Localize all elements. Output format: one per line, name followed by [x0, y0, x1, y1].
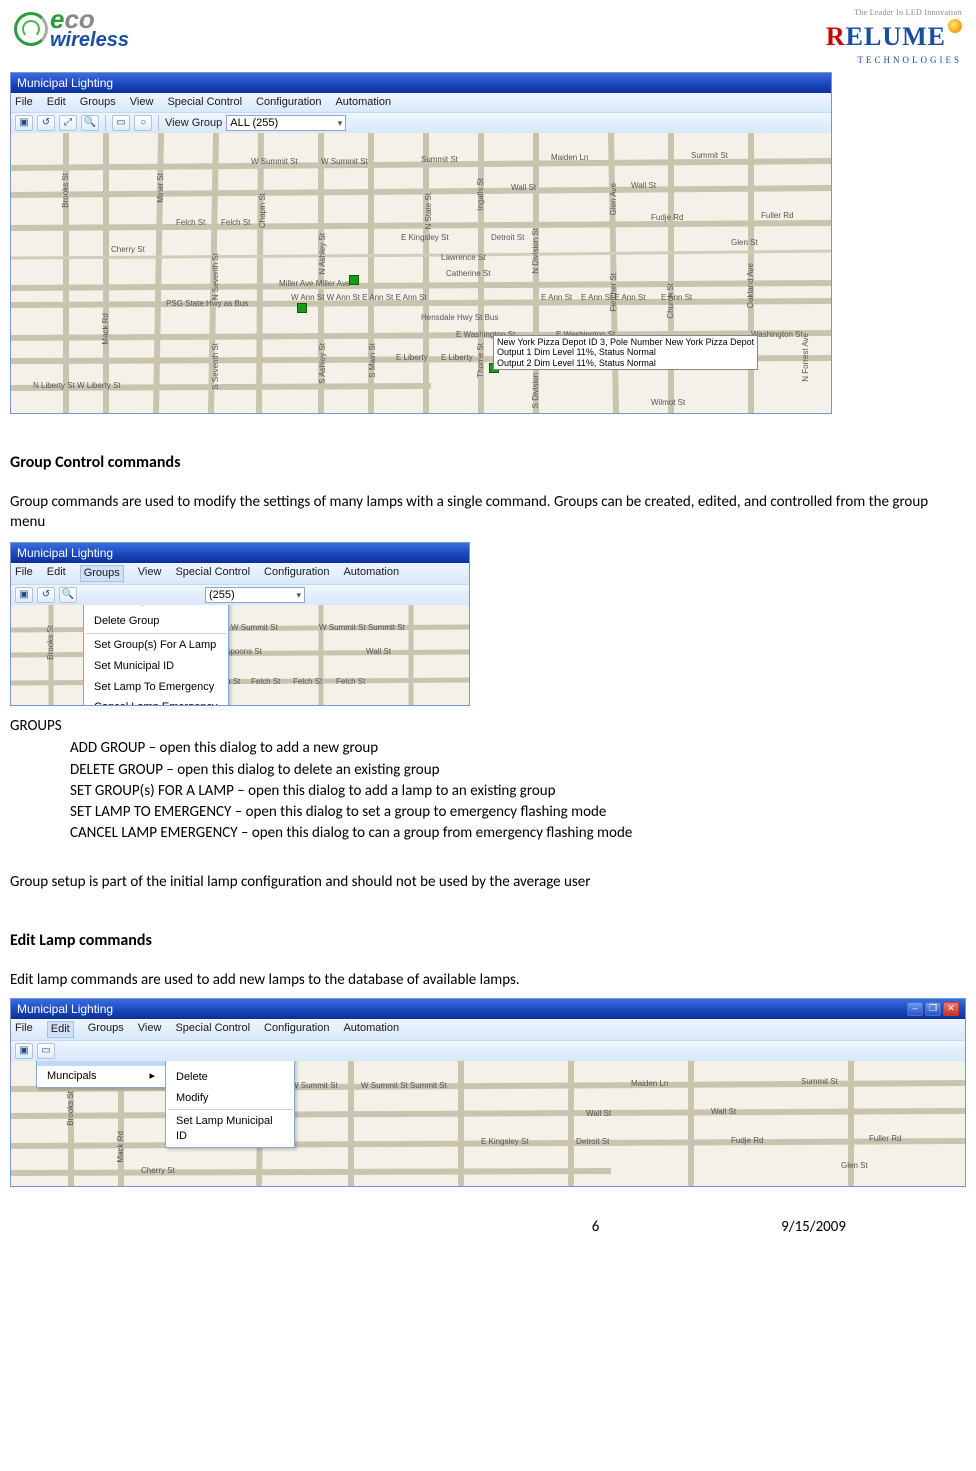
toolbar: ▣ ↺ 🔍 (255)	[11, 584, 469, 605]
maximize-button[interactable]: ❐	[925, 1002, 941, 1016]
tool-icon[interactable]: ▭	[112, 115, 130, 131]
tool-icon[interactable]: ⤢	[59, 115, 77, 131]
list-item: SET GROUP(s) FOR A LAMP – open this dial…	[70, 781, 966, 801]
map-canvas[interactable]: W Summit St W Summit St Summit St Maiden…	[11, 133, 831, 413]
menubar[interactable]: File Edit Groups View Special Control Co…	[11, 563, 469, 584]
groups-list: ADD GROUP – open this dialog to add a ne…	[70, 738, 966, 843]
viewgroup-combo[interactable]: ALL (255)	[226, 115, 346, 131]
menu-item-muncipals[interactable]: Muncipals▸	[37, 1066, 165, 1087]
tool-icon[interactable]: ▭	[37, 1043, 55, 1059]
menu-edit[interactable]: Edit	[47, 1021, 74, 1038]
menu-view[interactable]: View	[138, 565, 162, 582]
map-canvas-small[interactable]: W Summit St W Summit St Summit St Spoons…	[11, 605, 469, 705]
viewgroup-combo[interactable]: (255)	[205, 587, 305, 603]
tool-icon[interactable]: ▣	[15, 115, 33, 131]
menubar[interactable]: File Edit Groups View Special Control Co…	[11, 93, 831, 112]
submenu-delete[interactable]: Delete	[166, 1067, 294, 1088]
tool-icon[interactable]: ○	[134, 115, 152, 131]
app-window-edit-menu: Municipal Lighting – ❐ ✕ File Edit Group…	[10, 998, 966, 1187]
menu-configuration[interactable]: Configuration	[264, 1021, 329, 1038]
menu-special-control[interactable]: Special Control	[167, 95, 242, 110]
viewgroup-label: View Group	[165, 116, 222, 131]
tool-icon[interactable]: 🔍	[81, 115, 99, 131]
submenu-set-lamp-municipal-id[interactable]: Set Lamp Municipal ID	[166, 1111, 294, 1147]
titlebar[interactable]: Municipal Lighting	[11, 543, 469, 563]
lamp-marker[interactable]	[349, 275, 359, 285]
body-text: Group setup is part of the initial lamp …	[10, 872, 966, 892]
submenu-modify[interactable]: Modify	[166, 1088, 294, 1109]
tool-icon[interactable]: ▣	[15, 1043, 33, 1059]
titlebar[interactable]: Municipal Lighting	[11, 73, 831, 93]
menu-item-cancel-lamp-emergency[interactable]: Cancel Lamp Emergency	[84, 697, 228, 705]
menubar[interactable]: File Edit Groups View Special Control Co…	[11, 1019, 965, 1040]
tool-icon[interactable]: ↺	[37, 115, 55, 131]
edit-dropdown-menu: Lamps▸ Muncipals▸ Add Delete Modify Set …	[36, 1061, 166, 1088]
menu-item-delete-group[interactable]: Delete Group	[84, 611, 228, 632]
toolbar: ▣ ↺ ⤢ 🔍 ▭ ○ View Group ALL (255)	[11, 112, 831, 133]
menu-automation[interactable]: Automation	[335, 95, 391, 110]
toolbar: ▣ ▭	[11, 1040, 965, 1061]
page-header: eco wireless The Leader In LED Innovatio…	[10, 8, 966, 66]
menu-automation[interactable]: Automation	[343, 1021, 399, 1038]
menu-edit[interactable]: Edit	[47, 95, 66, 110]
minimize-button[interactable]: –	[907, 1002, 923, 1016]
menu-configuration[interactable]: Configuration	[256, 95, 321, 110]
menu-file[interactable]: File	[15, 565, 33, 582]
heading-group-control: Group Control commands	[10, 452, 966, 474]
window-buttons: – ❐ ✕	[907, 1002, 959, 1016]
menu-special-control[interactable]: Special Control	[175, 565, 250, 582]
groups-dropdown-menu: Add Group Delete Group Set Group(s) For …	[83, 605, 229, 705]
menu-configuration[interactable]: Configuration	[264, 565, 329, 582]
titlebar[interactable]: Municipal Lighting – ❐ ✕	[11, 999, 965, 1019]
menu-groups[interactable]: Groups	[88, 1021, 124, 1038]
page-date: 9/15/2009	[781, 1217, 846, 1237]
menu-file[interactable]: File	[15, 95, 33, 110]
swirl-icon	[14, 12, 48, 46]
relume-logo: The Leader In LED Innovation RELUME TECH…	[826, 8, 962, 66]
menu-view[interactable]: View	[130, 95, 154, 110]
menu-file[interactable]: File	[15, 1021, 33, 1038]
menu-special-control[interactable]: Special Control	[175, 1021, 250, 1038]
list-item: SET LAMP TO EMERGENCY – open this dialog…	[70, 802, 966, 822]
tool-icon[interactable]: ▣	[15, 587, 33, 603]
lamp-tooltip: New York Pizza Depot ID 3, Pole Number N…	[493, 335, 758, 370]
map-canvas-med[interactable]: W Summit St W Summit St Summit St Maiden…	[11, 1061, 965, 1186]
sun-icon	[948, 19, 962, 33]
app-window-main-map: Municipal Lighting File Edit Groups View…	[10, 72, 832, 414]
eco-wireless-logo: eco wireless	[14, 8, 129, 49]
close-button[interactable]: ✕	[943, 1002, 959, 1016]
menu-item-set-lamp-emergency[interactable]: Set Lamp To Emergency	[84, 677, 228, 698]
menu-automation[interactable]: Automation	[343, 565, 399, 582]
menu-groups[interactable]: Groups	[80, 95, 116, 110]
lamp-marker[interactable]	[297, 303, 307, 313]
list-item: CANCEL LAMP EMERGENCY – open this dialog…	[70, 823, 966, 843]
heading-edit-lamp: Edit Lamp commands	[10, 930, 966, 952]
lamps-submenu: Add Delete Modify Set Lamp Municipal ID	[165, 1061, 295, 1148]
menu-groups[interactable]: Groups	[80, 565, 124, 582]
list-item: ADD GROUP – open this dialog to add a ne…	[70, 738, 966, 758]
body-text: Group commands are used to modify the se…	[10, 492, 966, 533]
menu-edit[interactable]: Edit	[47, 565, 66, 582]
groups-label: GROUPS	[10, 716, 966, 736]
menu-view[interactable]: View	[138, 1021, 162, 1038]
menu-item-set-group-for-lamp[interactable]: Set Group(s) For A Lamp	[84, 635, 228, 656]
menu-item-set-municipal-id[interactable]: Set Municipal ID	[84, 656, 228, 677]
app-window-groups-menu: Municipal Lighting File Edit Groups View…	[10, 542, 470, 706]
tool-icon[interactable]: 🔍	[59, 587, 77, 603]
tool-icon[interactable]: ↺	[37, 587, 55, 603]
window-title: Municipal Lighting	[17, 75, 113, 91]
page-number: 6	[592, 1217, 600, 1237]
page-footer: 6 9/15/2009	[10, 1217, 966, 1237]
body-text: Edit lamp commands are used to add new l…	[10, 970, 966, 990]
list-item: DELETE GROUP – open this dialog to delet…	[70, 760, 966, 780]
